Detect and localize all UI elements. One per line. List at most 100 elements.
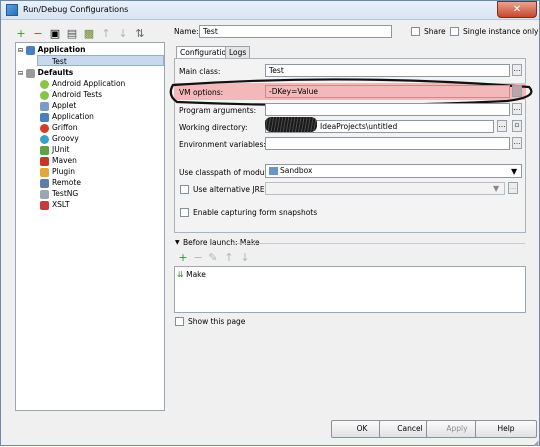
defaults-icon: [25, 68, 35, 78]
plugin-icon: [40, 167, 49, 177]
before-launch-list: ⇊ Make: [174, 266, 526, 313]
share-checkbox[interactable]: [411, 27, 420, 36]
maven-icon: [40, 156, 49, 166]
make-icon: ⇊: [177, 270, 184, 279]
tree-item-plugin[interactable]: Plugin: [40, 166, 75, 177]
collapse-icon[interactable]: ⊟: [18, 70, 23, 77]
classpath-module-value: Sandbox: [280, 166, 313, 175]
tree-label: Defaults: [37, 68, 74, 77]
tree-item-groovy[interactable]: Groovy: [40, 133, 79, 144]
tree-label: Application: [52, 112, 94, 121]
form-snapshots-checkbox[interactable]: [180, 208, 189, 217]
groovy-icon: [40, 134, 49, 144]
sort-icon[interactable]: ⇅: [134, 28, 146, 40]
app-icon: [6, 4, 18, 16]
tree-item-testng[interactable]: TestNG: [40, 188, 78, 199]
collapse-icon[interactable]: ⊟: [18, 47, 23, 54]
module-folder-icon: [269, 167, 278, 175]
folder-icon[interactable]: ▩: [83, 28, 95, 40]
junit-icon: [40, 145, 49, 155]
tree-item-application[interactable]: Application: [40, 111, 94, 122]
title-bar: Run/Debug Configurations ✕: [1, 1, 539, 20]
tree-item-android-application[interactable]: Android Application: [40, 78, 125, 89]
android-icon: [40, 90, 49, 100]
environment-variables-edit-button[interactable]: …: [512, 137, 522, 149]
name-field[interactable]: Test: [199, 25, 392, 38]
single-instance-checkbox[interactable]: [450, 27, 459, 36]
help-button[interactable]: Help: [475, 420, 537, 438]
environment-variables-label: Environment variables:: [179, 140, 266, 149]
working-directory-insert-macro-button[interactable]: ▫: [512, 120, 522, 132]
environment-variables-field[interactable]: [265, 137, 510, 150]
single-instance-label: Single instance only: [463, 27, 539, 36]
chevron-down-icon[interactable]: ▼: [511, 167, 517, 176]
tree-item-remote[interactable]: Remote: [40, 177, 81, 188]
tree-item-junit[interactable]: JUnit: [40, 144, 69, 155]
main-class-field[interactable]: Test: [265, 64, 510, 77]
show-page-checkbox[interactable]: [175, 317, 184, 326]
window-title: Run/Debug Configurations: [23, 5, 129, 14]
share-label: Share: [424, 27, 446, 36]
tree-node-defaults[interactable]: ⊟ Defaults: [18, 67, 73, 78]
vm-options-field[interactable]: -DKey=Value: [265, 85, 510, 98]
show-page-label: Show this page: [188, 317, 246, 326]
tree-item-maven[interactable]: Maven: [40, 155, 77, 166]
copy-icon[interactable]: ▣: [49, 28, 61, 40]
configuration-tree: ⊟ Application Test ⊟ Defaults Android Ap…: [15, 42, 165, 411]
applet-icon: [40, 101, 49, 111]
remote-icon: [40, 178, 49, 188]
tree-item-griffon[interactable]: Griffon: [40, 122, 78, 133]
move-up-icon[interactable]: ↑: [100, 28, 112, 40]
redacted-path: [265, 117, 317, 132]
tree-item-applet[interactable]: Applet: [40, 100, 76, 111]
move-down-icon[interactable]: ↓: [117, 28, 129, 40]
working-directory-label: Working directory:: [179, 123, 248, 132]
vm-options-expand-button[interactable]: [512, 85, 522, 97]
xslt-icon: [40, 200, 49, 210]
tree-item-test[interactable]: Test: [37, 55, 164, 66]
jre-dropdown-icon[interactable]: ▼: [493, 184, 499, 193]
alternative-jre-checkbox[interactable]: [180, 185, 189, 194]
program-arguments-expand-button[interactable]: …: [512, 103, 522, 115]
move-task-down-icon[interactable]: ↓: [239, 252, 251, 264]
tree-label: Groovy: [52, 134, 79, 143]
remove-icon[interactable]: −: [32, 28, 44, 40]
run-debug-window: Run/Debug Configurations ✕ + − ▣ ▤ ▩ ↑ ↓…: [0, 0, 540, 447]
edit-task-icon[interactable]: ✎: [207, 252, 219, 264]
name-label: Name:: [174, 27, 199, 36]
tree-item-android-tests[interactable]: Android Tests: [40, 89, 102, 100]
alternative-jre-browse-button[interactable]: …: [508, 182, 518, 194]
main-class-label: Main class:: [179, 67, 221, 76]
application-icon: [40, 112, 49, 122]
vm-options-label: VM options:: [179, 88, 224, 97]
add-icon[interactable]: +: [15, 28, 27, 40]
collapse-before-launch-icon[interactable]: ▼: [175, 239, 180, 246]
remove-task-icon[interactable]: −: [192, 252, 204, 264]
alternative-jre-field[interactable]: [265, 182, 505, 195]
tree-node-application[interactable]: ⊟ Application: [18, 44, 86, 55]
tree-label: Maven: [52, 156, 77, 165]
tree-label: Plugin: [52, 167, 75, 176]
program-arguments-field[interactable]: [265, 103, 510, 116]
add-task-icon[interactable]: +: [177, 252, 189, 264]
before-launch-item-label: Make: [186, 270, 206, 279]
tree-label: Griffon: [52, 123, 78, 132]
tree-label: JUnit: [52, 145, 70, 154]
move-task-up-icon[interactable]: ↑: [223, 252, 235, 264]
tree-label: Remote: [52, 178, 81, 187]
before-launch-item[interactable]: ⇊ Make: [177, 269, 206, 280]
main-class-browse-button[interactable]: …: [512, 64, 522, 76]
save-icon[interactable]: ▤: [66, 28, 78, 40]
testng-icon: [40, 189, 49, 199]
tree-label: Test: [52, 57, 67, 66]
classpath-module-select[interactable]: Sandbox: [265, 164, 522, 178]
tree-label: TestNG: [52, 189, 79, 198]
tab-logs[interactable]: Logs: [225, 46, 251, 58]
tree-label: Application: [37, 45, 86, 54]
tree-label: Applet: [52, 101, 77, 110]
tree-item-xslt[interactable]: XSLT: [40, 199, 70, 210]
close-window-button[interactable]: ✕: [497, 1, 537, 18]
working-directory-browse-button[interactable]: …: [497, 120, 507, 132]
program-arguments-label: Program arguments:: [179, 106, 257, 115]
android-icon: [40, 79, 49, 89]
